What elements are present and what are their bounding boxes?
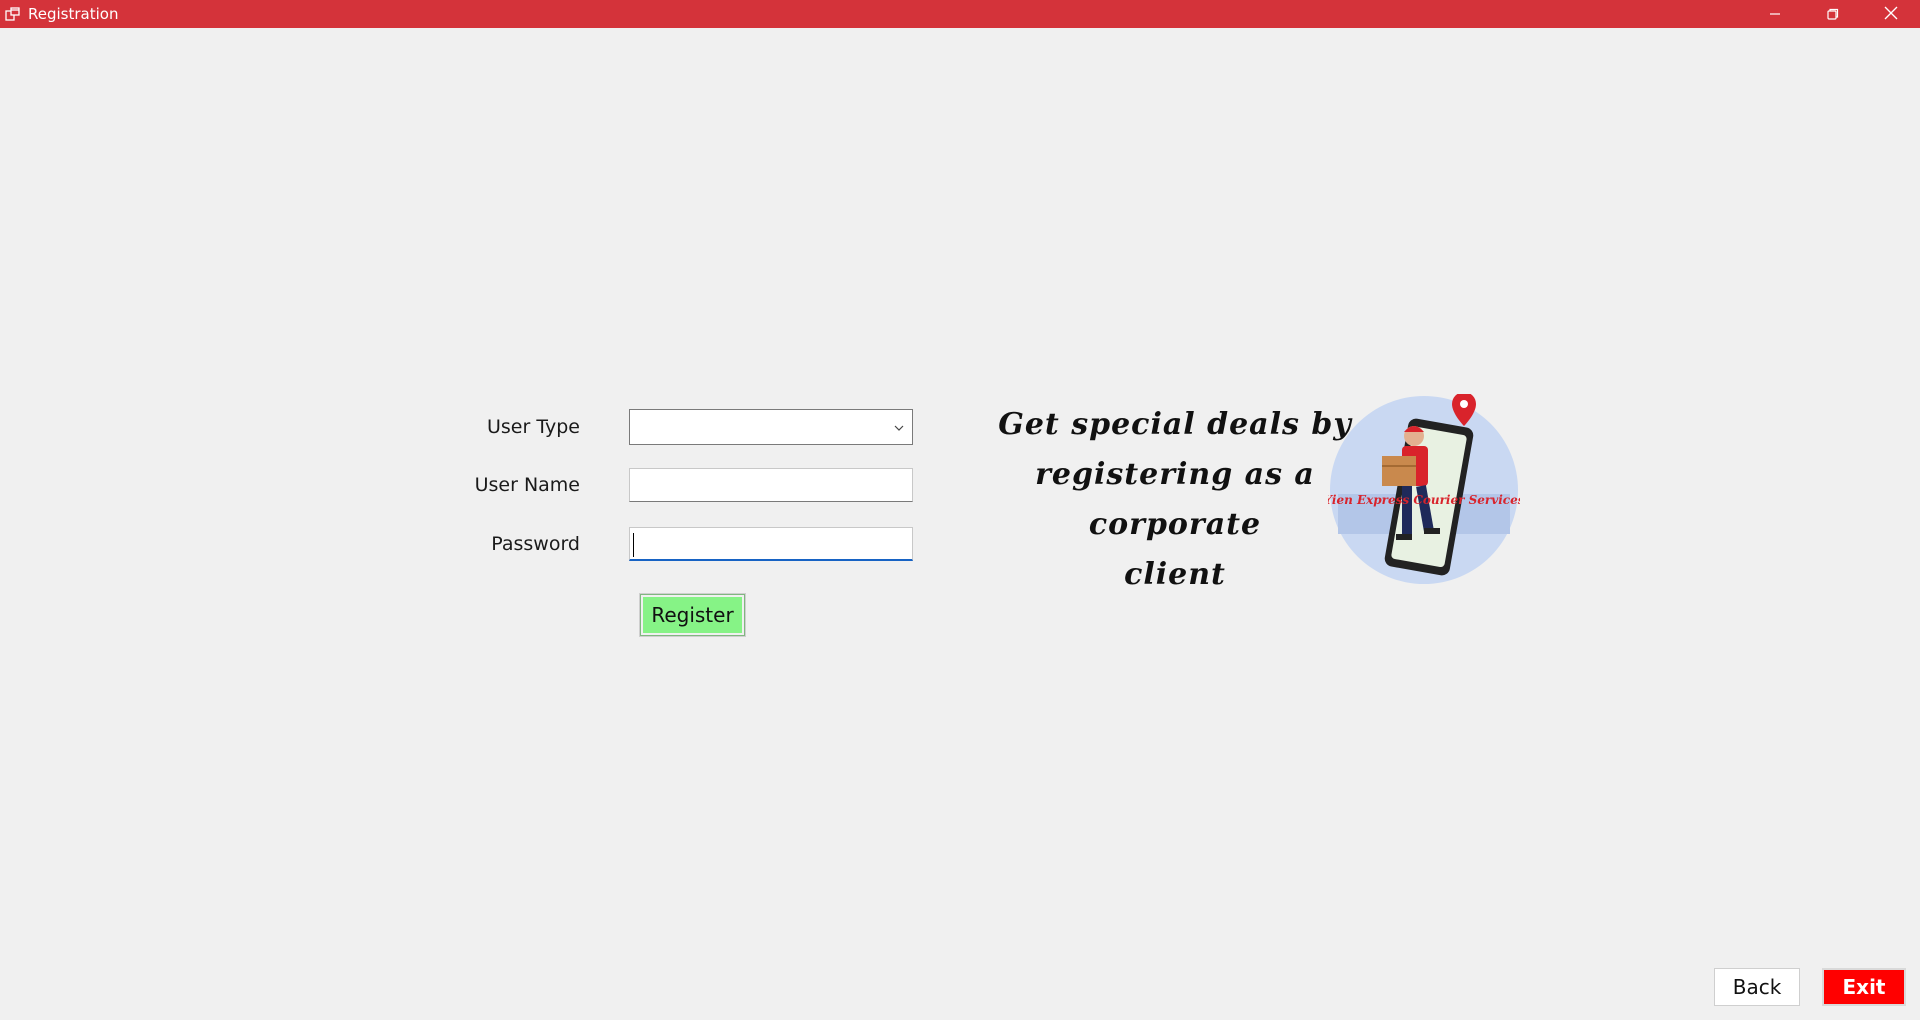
courier-delivery-logo: Yien Express Courier Services bbox=[1324, 392, 1525, 584]
logo-brand-text: Yien Express Courier Services bbox=[1328, 493, 1520, 507]
close-icon bbox=[1884, 5, 1898, 24]
user-name-label: User Name bbox=[474, 474, 580, 496]
user-type-label: User Type bbox=[487, 416, 580, 438]
password-label: Password bbox=[491, 533, 580, 555]
register-button[interactable]: Register bbox=[640, 594, 745, 636]
restore-icon bbox=[1827, 5, 1839, 24]
restore-button[interactable] bbox=[1804, 0, 1862, 28]
courier-logo: Yien Express Courier Services bbox=[1324, 392, 1525, 586]
user-type-dropdown[interactable] bbox=[629, 409, 913, 445]
minimize-button[interactable] bbox=[1746, 0, 1804, 28]
app-window-icon bbox=[4, 5, 22, 23]
minimize-icon bbox=[1769, 5, 1781, 24]
password-input[interactable] bbox=[629, 527, 913, 561]
window-title: Registration bbox=[28, 5, 119, 23]
chevron-down-icon bbox=[892, 420, 906, 434]
title-bar: Registration bbox=[0, 0, 1920, 28]
window-controls bbox=[1746, 0, 1920, 28]
exit-button[interactable]: Exit bbox=[1822, 968, 1906, 1006]
close-button[interactable] bbox=[1862, 0, 1920, 28]
back-button[interactable]: Back bbox=[1714, 968, 1800, 1006]
text-caret bbox=[633, 533, 634, 557]
user-name-input[interactable] bbox=[629, 468, 913, 502]
